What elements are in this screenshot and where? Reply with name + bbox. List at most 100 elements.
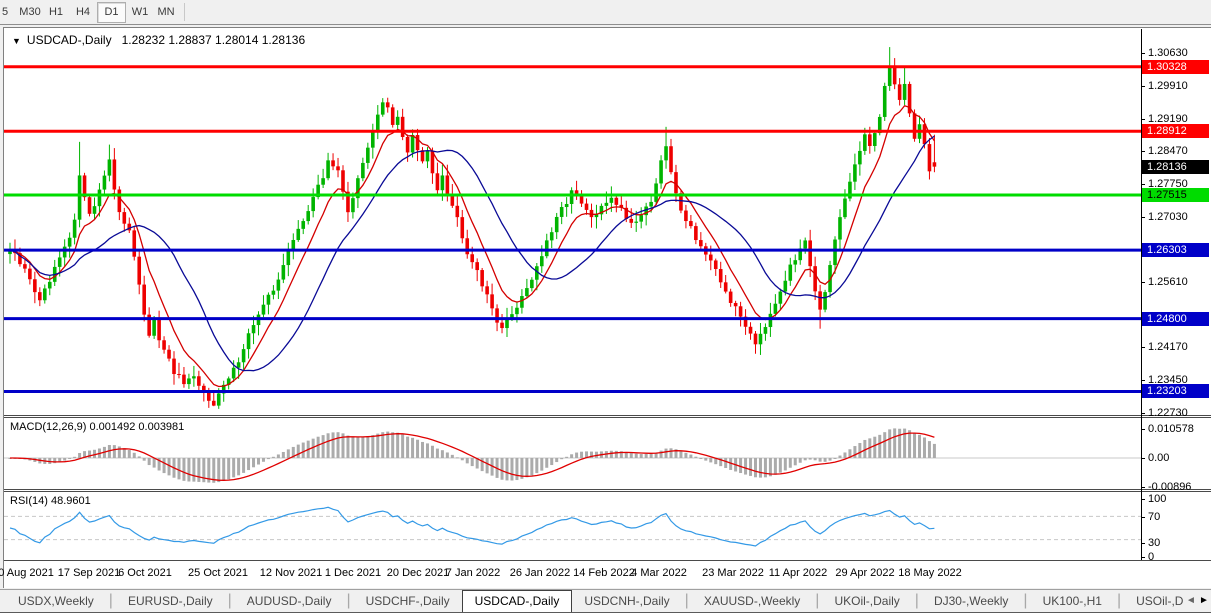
date-label: 30 Aug 2021 xyxy=(0,567,54,579)
date-label: 14 Feb 2022 xyxy=(573,567,635,579)
timeframe-button-m30[interactable]: M30 xyxy=(14,3,46,21)
price-tag-1.24800: 1.24800 xyxy=(1142,311,1209,326)
date-label: 7 Jan 2022 xyxy=(445,567,501,579)
date-label: 25 Oct 2021 xyxy=(188,567,248,579)
symbol-tab-bar: USDX,Weekly | EURUSD-,Daily | AUDUSD-,Daily |… xyxy=(0,589,1211,613)
rsi-panel[interactable] xyxy=(4,492,1141,560)
price-tick-label: 1.25610 xyxy=(1148,275,1188,288)
macd-splitter-top[interactable] xyxy=(4,415,1211,416)
price-tick-label: 1.30630 xyxy=(1148,47,1188,59)
date-label: 4 Mar 2022 xyxy=(631,567,687,579)
timeframe-button-mn[interactable]: MN xyxy=(152,3,180,21)
price-tick-dash xyxy=(1141,281,1145,283)
timeframe-button-d1[interactable]: D1 xyxy=(97,2,126,23)
tab-usoil-daily[interactable]: USOil-,Daily xyxy=(1124,590,1184,612)
price-tick-label: 1.29910 xyxy=(1148,79,1188,92)
indicator-tick-dash xyxy=(1141,557,1145,558)
indicator-tick-label: 0.00 xyxy=(1148,452,1170,464)
price-tick-dash xyxy=(1141,85,1145,87)
macd-signal-line xyxy=(10,432,935,481)
timeframe-button-h1[interactable]: H1 xyxy=(44,3,68,21)
tab-separator: | xyxy=(1116,592,1122,609)
tab-separator: | xyxy=(108,592,113,609)
tab-separator: | xyxy=(914,592,919,609)
indicator-tick-label: 0 xyxy=(1148,551,1155,563)
indicator-tick-label: 100 xyxy=(1148,493,1167,505)
tab-usdcnh-daily[interactable]: USDCNH-,Daily xyxy=(572,590,681,612)
price-tick-dash xyxy=(1141,217,1145,219)
indicator-tick-dash xyxy=(1141,458,1145,459)
price-tick-dash xyxy=(1141,347,1145,349)
timeframe-button-5[interactable]: 5 xyxy=(0,3,10,21)
tab-dj30-weekly[interactable]: DJ30-,Weekly xyxy=(922,590,1020,612)
moving-averages xyxy=(9,104,935,388)
price-axis[interactable]: 1.30630 1.29910 1.29190 1.28470 1.27750 1.270… xyxy=(1141,29,1211,563)
price-tick-label: 1.28470 xyxy=(1148,145,1188,158)
price-tag-1.27515: 1.27515 xyxy=(1142,187,1209,202)
tab-eurusd-daily[interactable]: EURUSD-,Daily xyxy=(116,590,225,612)
date-label: 1 Dec 2021 xyxy=(324,567,382,579)
date-label: 11 Apr 2022 xyxy=(768,567,828,579)
indicator-tick-dash xyxy=(1141,429,1145,430)
price-tick-label: 1.27030 xyxy=(1148,211,1188,224)
price-tag-1.30328: 1.30328 xyxy=(1142,59,1209,74)
timeframe-toolbar: 5 M30 H1 H4 D1 W1 MN xyxy=(0,0,1211,25)
indicator-tick-dash xyxy=(1141,543,1145,544)
price-tick-label: 1.24170 xyxy=(1148,341,1188,354)
tab-uk100-h1[interactable]: UK100-,H1 xyxy=(1031,590,1114,612)
date-label: 17 Sep 2021 xyxy=(57,567,121,579)
tabs-scroll-right-icon[interactable]: ► xyxy=(1199,595,1209,607)
tabs-scroll-left-icon[interactable]: ◄ xyxy=(1186,595,1196,607)
tab-separator: | xyxy=(227,592,232,609)
indicator-tick-dash xyxy=(1141,517,1145,518)
toolbar-separator xyxy=(184,3,185,21)
price-tick-dash xyxy=(1141,380,1145,382)
chart-symbol: USDCAD-,Daily xyxy=(26,33,112,47)
tab-xauusd-weekly[interactable]: XAUUSD-,Weekly xyxy=(692,590,812,612)
indicator-tick-dash xyxy=(1141,499,1145,500)
chart-title: ▼ USDCAD-,Daily 1.28232 1.28837 1.28014 1.… xyxy=(12,33,305,47)
date-label: 29 Apr 2022 xyxy=(835,567,895,579)
indicator-tick-dash xyxy=(1141,487,1145,488)
horizontal-level-lines[interactable] xyxy=(4,65,1141,393)
tab-usdx-weekly[interactable]: USDX,Weekly xyxy=(6,590,106,612)
price-tag-1.28912: 1.28912 xyxy=(1142,124,1209,139)
timeframe-button-w1[interactable]: W1 xyxy=(127,3,153,21)
date-label: 23 Mar 2022 xyxy=(702,567,764,579)
tab-usdchf-daily[interactable]: USDCHF-,Daily xyxy=(354,590,462,612)
chart-dropdown-icon[interactable]: ▼ xyxy=(12,36,21,46)
tab-usdcad-daily[interactable]: USDCAD-,Daily xyxy=(461,590,573,612)
date-label: 26 Jan 2022 xyxy=(509,567,571,579)
symbol-tabs: USDX,Weekly | EURUSD-,Daily | AUDUSD-,Daily |… xyxy=(0,590,1184,612)
date-axis[interactable]: 30 Aug 202117 Sep 20216 Oct 2021 25 Oct 2… xyxy=(0,561,1141,588)
date-label: 18 May 2022 xyxy=(898,567,962,579)
price-tag-1.28136: 1.28136 xyxy=(1142,159,1209,174)
date-label: 6 Oct 2021 xyxy=(118,567,172,579)
price-tick-dash xyxy=(1141,184,1145,186)
price-tag-1.23203: 1.23203 xyxy=(1142,384,1209,399)
macd-label: MACD(12,26,9) 0.001492 0.003981 xyxy=(10,421,185,433)
tab-separator: | xyxy=(815,592,820,609)
date-label: 20 Dec 2021 xyxy=(386,567,450,579)
indicator-tick-label: 30 xyxy=(1148,537,1161,549)
rsi-line xyxy=(9,506,935,547)
price-tick-dash xyxy=(1141,151,1145,153)
timeframe-button-h4[interactable]: H4 xyxy=(70,3,96,21)
tab-separator: | xyxy=(684,592,689,609)
indicator-tick-label: 0.010578 xyxy=(1148,423,1194,435)
price-tick-dash xyxy=(1141,118,1145,120)
chart-ohlc-values: 1.28232 1.28837 1.28014 1.28136 xyxy=(121,33,306,47)
price-tick-label: 1.22730 xyxy=(1148,407,1188,419)
rsi-label: RSI(14) 48.9601 xyxy=(10,495,91,507)
tab-separator: | xyxy=(1023,592,1028,609)
date-label: 12 Nov 2021 xyxy=(259,567,323,579)
indicator-tick-label: 70 xyxy=(1148,511,1161,523)
tab-audusd-daily[interactable]: AUDUSD-,Daily xyxy=(235,590,344,612)
price-tick-dash xyxy=(1141,413,1145,414)
price-tag-1.26303: 1.26303 xyxy=(1142,243,1209,258)
main-price-chart[interactable] xyxy=(4,29,1141,415)
tab-ukoil-daily[interactable]: UKOil-,Daily xyxy=(822,590,911,612)
price-tick-dash xyxy=(1141,53,1145,54)
tab-separator: | xyxy=(346,592,351,609)
rsi-splitter-top[interactable] xyxy=(4,489,1211,490)
